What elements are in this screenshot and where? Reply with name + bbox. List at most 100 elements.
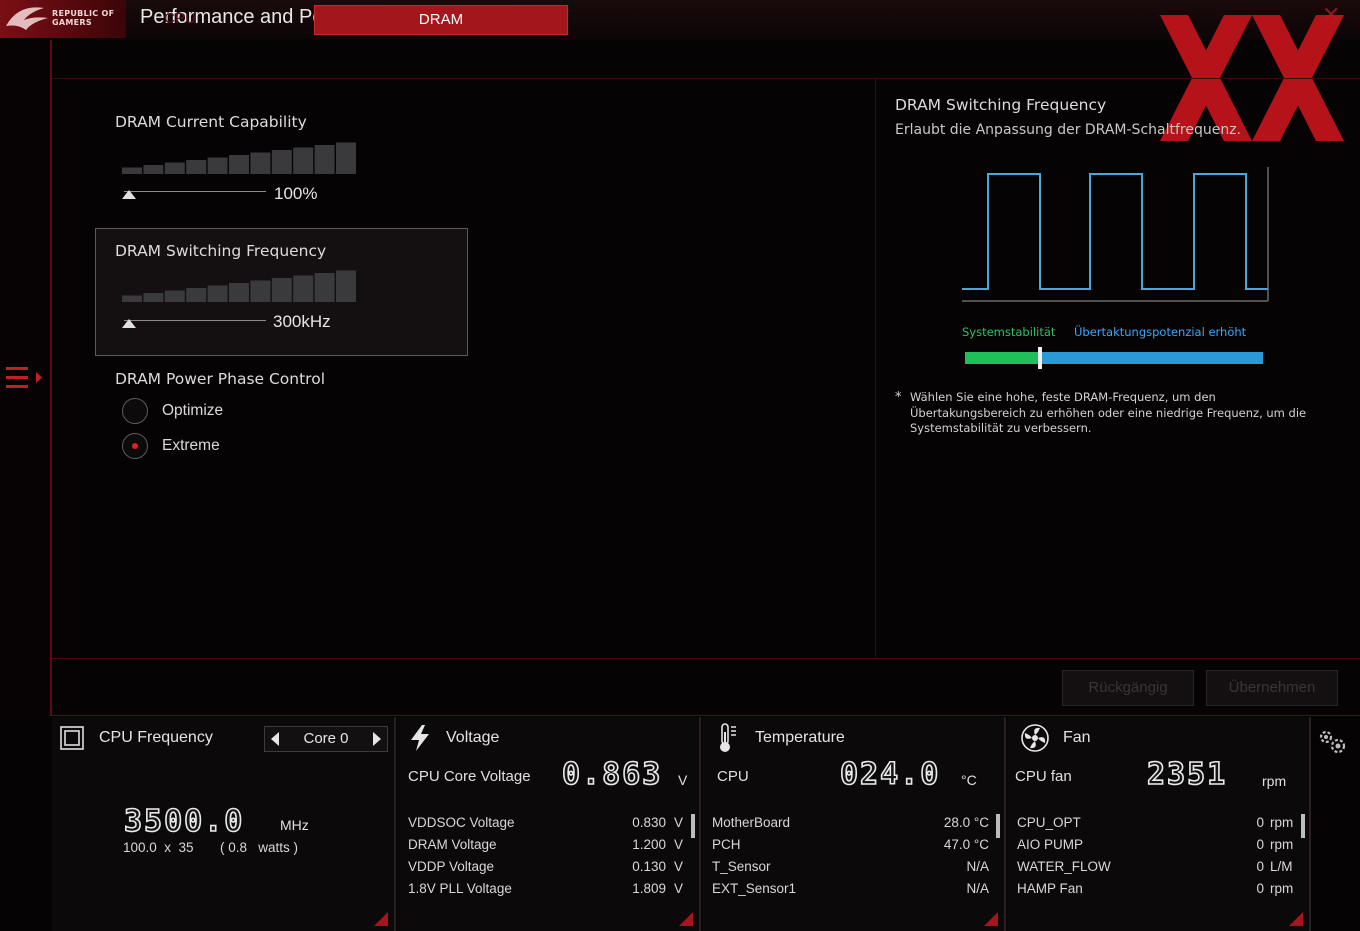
- ramp-step: [143, 165, 164, 174]
- ramp-step: [250, 152, 271, 174]
- apply-button[interactable]: Übernehmen: [1206, 670, 1338, 706]
- note-star: *: [895, 390, 902, 405]
- current-capability-ramp: [122, 142, 356, 174]
- ramp-step: [336, 270, 356, 302]
- current-capability-slider-thumb[interactable]: [122, 190, 136, 199]
- ramp-step: [186, 160, 207, 174]
- radio-optimize[interactable]: [122, 398, 148, 424]
- fan-icon: [1021, 724, 1049, 752]
- stability-bar-marker: [1037, 347, 1042, 369]
- temperature-scrollbar[interactable]: [996, 814, 1000, 838]
- stability-bar: [965, 347, 1263, 369]
- ramp-step: [293, 147, 314, 174]
- voltage-row-unit: V: [674, 881, 684, 896]
- temperature-row-value: N/A: [966, 881, 989, 896]
- ramp-step: [207, 285, 228, 302]
- tab-cpu[interactable]: CPU: [54, 5, 306, 33]
- cpu-core-voltage-unit: V: [678, 772, 688, 788]
- core-selector[interactable]: Core 0: [264, 726, 388, 752]
- voltage-row-label: DRAM Voltage: [408, 837, 497, 852]
- menu-expand-icon[interactable]: [6, 364, 44, 392]
- stability-bar-fill: [965, 352, 1040, 364]
- temperature-row-value: 47.0 °C: [943, 837, 989, 852]
- current-capability-value: 100%: [274, 184, 318, 203]
- radio-optimize-label[interactable]: Optimize: [162, 402, 223, 420]
- cpu-temperature-value: 024.0: [839, 756, 941, 793]
- fan-row-label: CPU_OPT: [1017, 815, 1081, 830]
- ramp-step: [229, 283, 249, 302]
- cpu-temperature-label: CPU: [717, 768, 749, 785]
- switching-frequency-value: 300kHz: [273, 312, 331, 331]
- stability-label: Systemstabilität: [962, 325, 1056, 339]
- voltage-scrollbar[interactable]: [691, 814, 695, 838]
- power-phase-label: DRAM Power Phase Control: [115, 370, 326, 388]
- info-note: Wählen Sie eine hohe, feste DRAM-Frequen…: [910, 390, 1307, 435]
- ramp-step: [122, 167, 142, 174]
- voltage-row-unit: V: [674, 859, 684, 874]
- info-title: DRAM Switching Frequency: [895, 96, 1107, 114]
- cpu-power: ( 0.8 watts ): [220, 840, 299, 855]
- core-selector-value: Core 0: [303, 730, 349, 747]
- lightning-icon: [411, 725, 429, 751]
- temperature-row-value: N/A: [966, 859, 989, 874]
- fan-row-unit: rpm: [1270, 881, 1294, 896]
- tab-dram[interactable]: DRAM: [314, 5, 568, 35]
- temperature-row-label: PCH: [712, 837, 741, 852]
- fan-title: Fan: [1063, 729, 1091, 746]
- ramp-step: [186, 288, 207, 302]
- cpu-fan-unit: rpm: [1262, 773, 1287, 789]
- voltage-row-label: VDDP Voltage: [408, 859, 495, 874]
- ramp-step: [336, 142, 356, 174]
- ramp-step: [314, 273, 335, 302]
- current-capability-slider-track[interactable]: [124, 191, 266, 192]
- temperature-row-label: EXT_Sensor1: [712, 881, 797, 896]
- ramp-step: [122, 295, 142, 302]
- radio-extreme[interactable]: [122, 433, 148, 459]
- temperature-row-value: 28.0 °C: [943, 815, 989, 830]
- cpu-frequency-title: CPU Frequency: [99, 729, 213, 746]
- ramp-step: [293, 275, 314, 302]
- info-subtitle: Erlaubt die Anpassung der DRAM-Schaltfre…: [895, 122, 1242, 138]
- radio-extreme-label[interactable]: Extreme: [162, 437, 220, 455]
- fan-scrollbar[interactable]: [1301, 814, 1305, 838]
- fan-row-label: HAMP Fan: [1017, 881, 1083, 896]
- undo-button[interactable]: Rückgängig: [1062, 670, 1194, 706]
- switching-frequency-slider-thumb[interactable]: [122, 319, 136, 328]
- cpu-frequency-unit: MHz: [280, 817, 309, 833]
- panel-corner: [374, 912, 388, 926]
- ramp-step: [164, 290, 185, 302]
- fan-row-value: 0: [1256, 881, 1264, 896]
- voltage-row-unit: V: [674, 815, 684, 830]
- gear-icon[interactable]: [1316, 726, 1350, 760]
- fan-row-unit: L/M: [1270, 859, 1293, 874]
- fan-row-unit: rpm: [1270, 815, 1294, 830]
- voltage-row-label: VDDSOC Voltage: [408, 815, 515, 830]
- panel-corner: [1289, 912, 1303, 926]
- cpu-fan-value: 2351: [1146, 756, 1228, 793]
- ramp-step: [271, 150, 292, 174]
- cpu-core-voltage-label: CPU Core Voltage: [408, 768, 531, 785]
- cpu-core-voltage-value: 0.863: [561, 756, 663, 793]
- fan-row-value: 0: [1256, 859, 1264, 874]
- current-capability-label: DRAM Current Capability: [115, 113, 307, 131]
- cpu-chip-icon: [60, 726, 84, 750]
- temperature-title: Temperature: [755, 729, 845, 746]
- voltage-title: Voltage: [446, 729, 500, 746]
- rog-logo-icon: [6, 7, 48, 30]
- overclock-label: Übertaktungspotenzial erhöht: [1074, 325, 1247, 339]
- temperature-row-label: MotherBoard: [712, 815, 791, 830]
- voltage-row-value: 1.809: [632, 881, 666, 896]
- panel-corner: [679, 912, 693, 926]
- tab-bar: [52, 40, 1360, 79]
- ramp-step: [250, 280, 271, 302]
- switching-frequency-slider-track[interactable]: [124, 320, 266, 321]
- frequency-wave-diagram: [962, 167, 1269, 302]
- core-next-arrow[interactable]: [373, 732, 381, 746]
- ramp-step: [164, 162, 185, 174]
- voltage-row-value: 0.130: [632, 859, 666, 874]
- fan-row-value: 0: [1256, 815, 1264, 830]
- fan-row-value: 0: [1256, 837, 1264, 852]
- ramp-step: [229, 155, 249, 174]
- panel-corner: [984, 912, 998, 926]
- ramp-step: [271, 278, 292, 302]
